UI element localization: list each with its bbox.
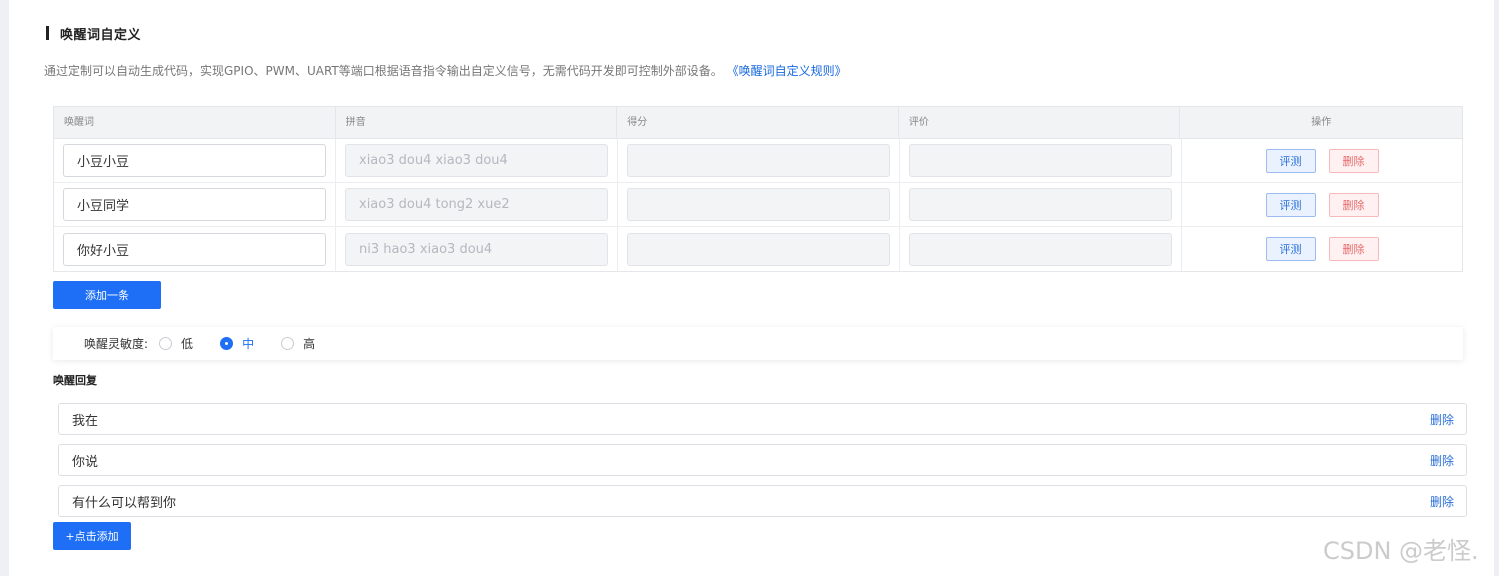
radio-label: 低: [181, 337, 194, 351]
reply-text: 我在: [72, 413, 99, 429]
wake-word-input[interactable]: [63, 232, 326, 266]
score-field: [627, 188, 890, 221]
sensitivity-medium-radio[interactable]: 中: [220, 335, 254, 352]
sensitivity-high-radio[interactable]: 高: [281, 335, 315, 352]
rating-field: [909, 188, 1172, 221]
header-pinyin: 拼音: [336, 107, 618, 138]
radio-label: 高: [303, 337, 316, 351]
wake-word-input[interactable]: [63, 144, 326, 177]
reply-text: 你说: [72, 454, 99, 470]
score-field: [627, 144, 890, 177]
radio-circle-icon: [159, 337, 173, 350]
table-row: 评测 删除: [54, 227, 1462, 271]
reply-delete-link[interactable]: 删除: [1430, 411, 1454, 428]
watermark: CSDN @老怪.: [1323, 537, 1479, 565]
reply-item[interactable]: 有什么可以帮到你 删除: [58, 485, 1467, 517]
reply-item[interactable]: 你说 删除: [58, 444, 1467, 476]
wake-word-table: 唤醒词 拼音 得分 评价 操作 评测 删除 评测 删除 评测 删除: [53, 106, 1463, 272]
reply-text: 有什么可以帮到你: [72, 495, 177, 511]
description-text: 通过定制可以自动生成代码，实现GPIO、PWM、UART等端口根据语音指令输出自…: [44, 64, 723, 78]
reply-delete-link[interactable]: 删除: [1430, 452, 1454, 469]
header-actions: 操作: [1311, 117, 1332, 128]
section-title: 唤醒词自定义: [60, 27, 142, 43]
pinyin-field: [345, 188, 608, 221]
evaluate-button[interactable]: 评测: [1265, 237, 1316, 261]
sensitivity-low-radio[interactable]: 低: [159, 335, 193, 352]
right-scrollbar[interactable]: [1494, 0, 1499, 576]
reply-list: 我在 删除 你说 删除 有什么可以帮到你 删除: [58, 403, 1467, 526]
reply-delete-link[interactable]: 删除: [1430, 493, 1454, 510]
section-marker: [46, 26, 49, 40]
delete-row-button[interactable]: 删除: [1328, 192, 1379, 217]
table-row: 评测 删除: [54, 183, 1462, 227]
left-rail: [0, 0, 9, 576]
rating-field: [909, 232, 1172, 266]
add-reply-button[interactable]: +点击添加: [53, 522, 131, 550]
table-row: 评测 删除: [54, 139, 1462, 183]
delete-row-button[interactable]: 删除: [1328, 148, 1379, 173]
rules-link[interactable]: 《唤醒词自定义规则》: [727, 64, 847, 78]
sensitivity-label: 唤醒灵敏度:: [84, 337, 149, 351]
sensitivity-panel: 唤醒灵敏度: 低 中 高: [53, 327, 1463, 360]
evaluate-button[interactable]: 评测: [1265, 148, 1316, 173]
evaluate-button[interactable]: 评测: [1265, 192, 1316, 217]
rating-field: [909, 144, 1172, 177]
radio-label: 中: [242, 337, 255, 351]
section-header: 唤醒词自定义: [46, 25, 142, 43]
delete-row-button[interactable]: 删除: [1328, 237, 1379, 261]
radio-checked-icon: [220, 337, 234, 350]
radio-circle-icon: [281, 337, 295, 350]
wake-word-input[interactable]: [63, 188, 326, 221]
score-field: [627, 232, 890, 266]
header-rating: 评价: [899, 107, 1181, 138]
description: 通过定制可以自动生成代码，实现GPIO、PWM、UART等端口根据语音指令输出自…: [44, 62, 847, 79]
add-row-button[interactable]: 添加一条: [53, 281, 161, 309]
header-wake-word: 唤醒词: [54, 107, 336, 138]
reply-title: 唤醒回复: [53, 374, 97, 387]
header-score: 得分: [617, 107, 899, 138]
reply-item[interactable]: 我在 删除: [58, 403, 1467, 435]
pinyin-field: [345, 144, 608, 177]
pinyin-field: [345, 232, 608, 266]
table-header: 唤醒词 拼音 得分 评价 操作: [54, 107, 1462, 139]
